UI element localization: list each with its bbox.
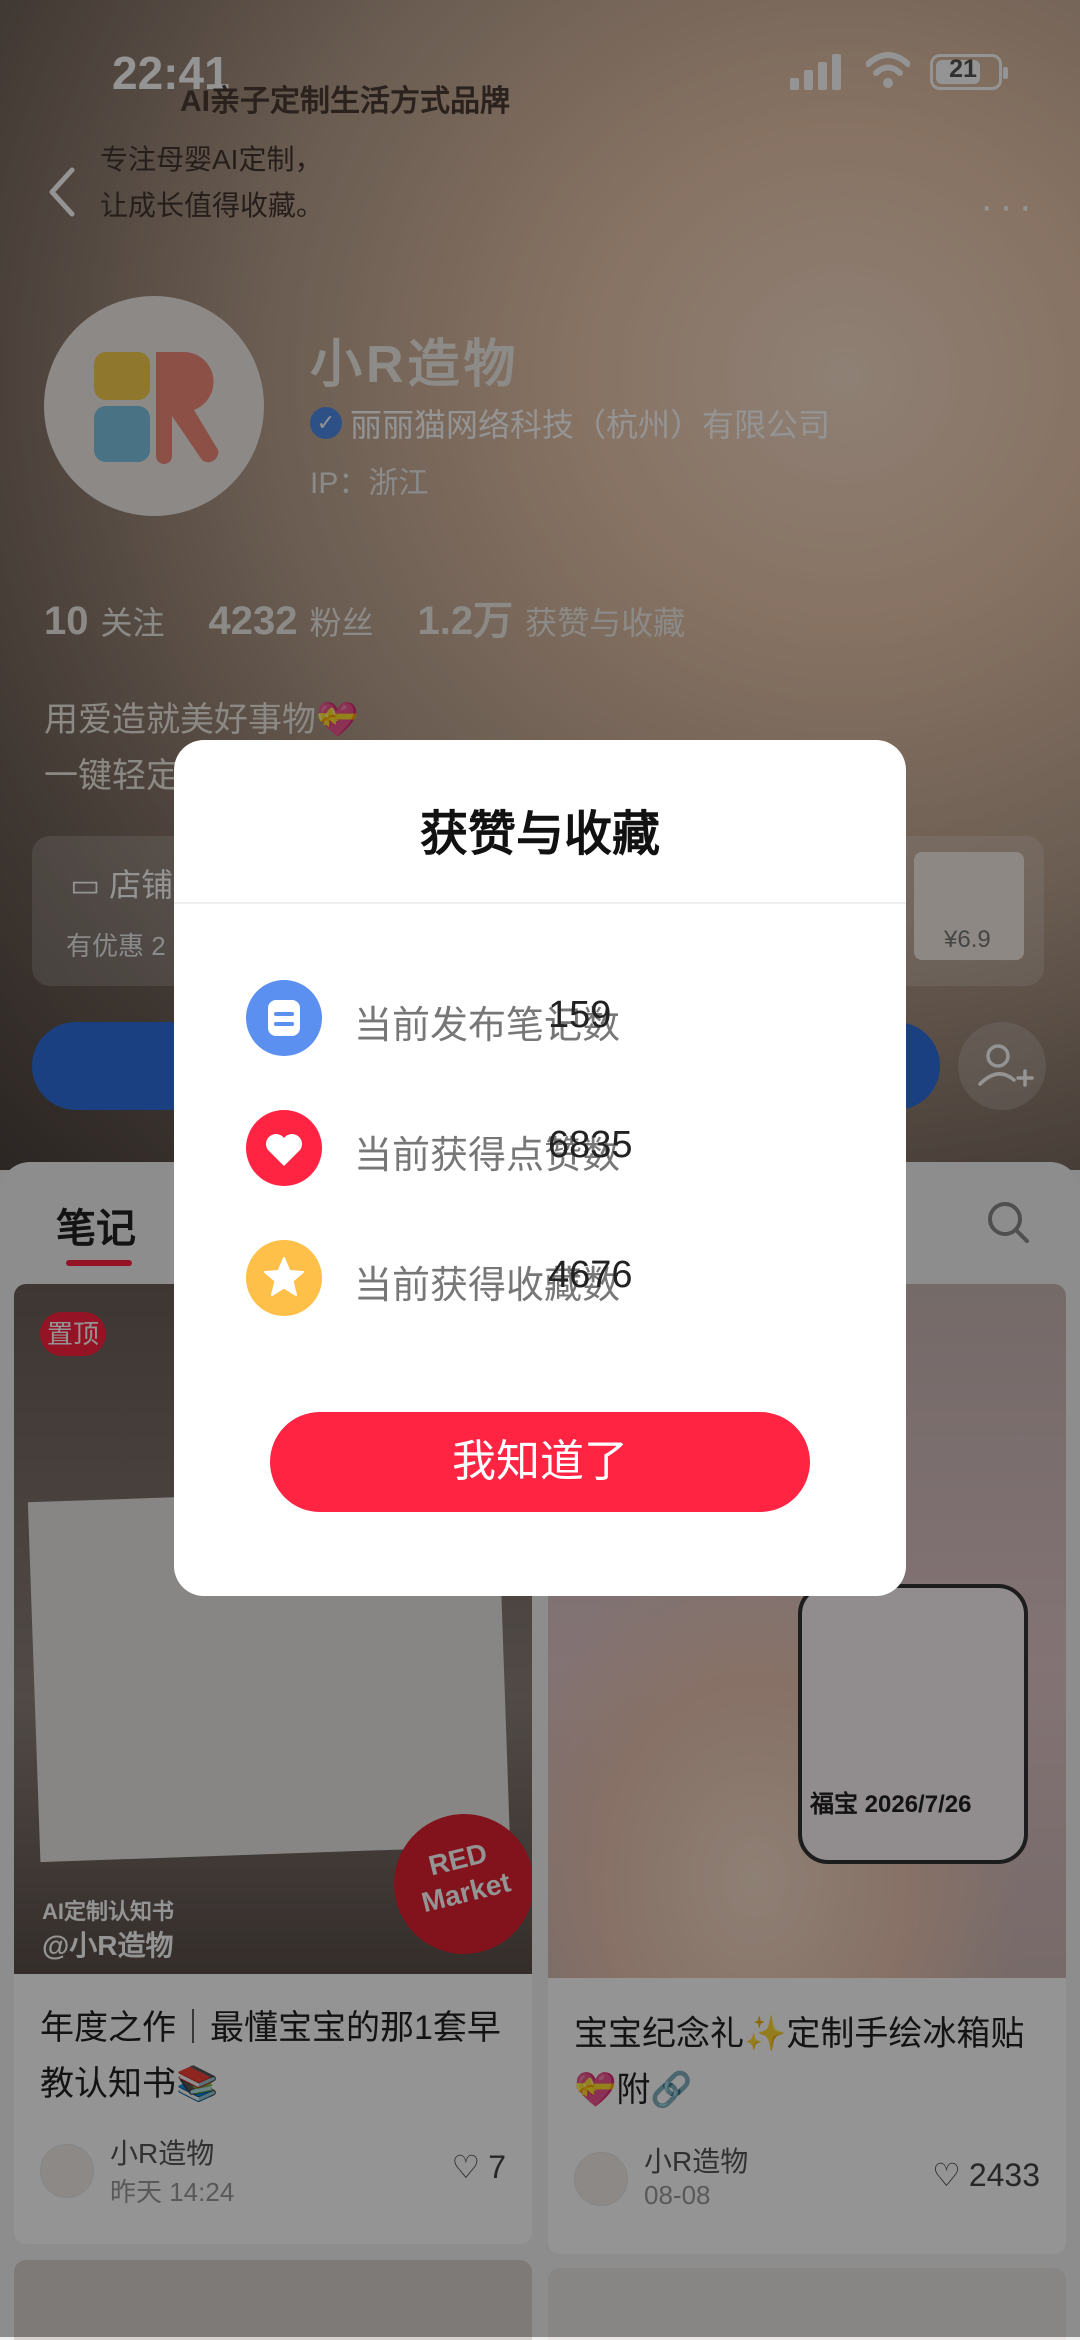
star-icon <box>246 1240 322 1316</box>
dialog-divider <box>174 902 906 904</box>
note-icon <box>246 980 322 1056</box>
got-it-button[interactable]: 我知道了 <box>270 1412 810 1512</box>
stat-value: 4676 <box>548 1254 633 1296</box>
dialog-title: 获赞与收藏 <box>419 808 660 861</box>
heart-icon <box>246 1110 322 1186</box>
stat-value: 159 <box>548 994 612 1036</box>
stat-row-favorites: 当前获得收藏数 4676 <box>246 1240 633 1316</box>
likes-favorites-dialog: 获赞与收藏 当前发布笔记数 159 当前获得点赞数 6835 当前获得收藏数 4… <box>174 740 906 1596</box>
stat-row-notes: 当前发布笔记数 159 <box>246 980 620 1056</box>
stat-row-likes: 当前获得点赞数 6835 <box>246 1110 633 1186</box>
stat-value: 6835 <box>548 1124 633 1166</box>
